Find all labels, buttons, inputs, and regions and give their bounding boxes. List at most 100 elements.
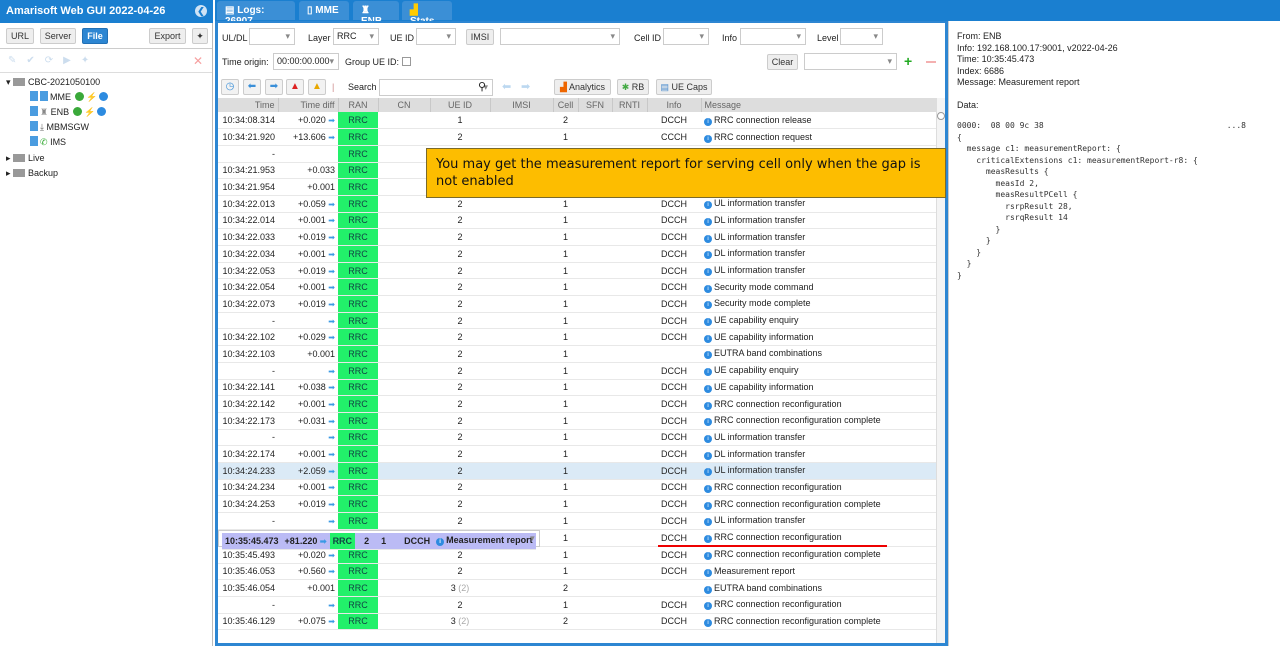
file-button[interactable]: File	[82, 28, 108, 44]
analytics-button[interactable]: ▟ Analytics	[554, 79, 611, 95]
tree-backup[interactable]: ▸ Backup	[6, 167, 58, 179]
check-icon[interactable]	[73, 107, 83, 116]
collapse-icon[interactable]: ❮	[195, 5, 207, 17]
info-icon[interactable]: i	[704, 351, 712, 360]
column-header-sfn[interactable]: SFN	[578, 98, 613, 112]
info-icon[interactable]: i	[704, 585, 712, 594]
column-header-rnti[interactable]: RNTI	[612, 98, 648, 112]
column-header-time-diff[interactable]: Time diff	[278, 98, 339, 112]
column-header-ran[interactable]: RAN	[338, 98, 379, 112]
table-row[interactable]: 10:34:22.102 +0.029 ➡ RRC 2 1 DCCH i UE capabil…	[218, 328, 936, 347]
tab-enb[interactable]: ♜ ENB	[353, 1, 399, 27]
url-button[interactable]: URL	[6, 28, 34, 44]
table-row[interactable]: 10:34:24.234 +0.001 ➡ RRC 2 1 DCCH i RRC connec…	[218, 479, 936, 497]
info-select[interactable]	[740, 28, 806, 45]
server-button[interactable]: Server	[40, 28, 76, 44]
info-icon[interactable]: i	[704, 518, 712, 527]
group-ue-checkbox[interactable]	[402, 57, 411, 66]
info-icon[interactable]: i	[704, 268, 712, 277]
table-row[interactable]: 10:34:22.033 +0.019 ➡ RRC 2 1 DCCH i UL informa…	[218, 228, 936, 246]
table-row[interactable]: - ➡ RRC 2 1 DCCH i UE capability enquiry	[218, 312, 936, 330]
table-row[interactable]: - ➡ RRC 2 1 DCCH iRRC connection reconfigurat…	[218, 596, 936, 614]
column-header-ue-id[interactable]: UE ID	[430, 98, 491, 112]
tree-live[interactable]: ▸ Live	[6, 152, 45, 164]
info-icon[interactable]: i	[704, 117, 712, 126]
info-icon[interactable]: i	[704, 251, 712, 260]
tree-root[interactable]: ▾ CBC-2021050100	[6, 76, 100, 88]
table-row[interactable]: 10:35:45.473 +81.220 ➡ RRC 2 1 DCCH i Measureme…	[218, 529, 540, 550]
info-icon[interactable]: i	[704, 418, 712, 427]
clear-button[interactable]: Clear	[767, 54, 798, 70]
table-row[interactable]: 10:34:22.054 +0.001 ➡ RRC 2 1 DCCH i Security m…	[218, 278, 936, 297]
info-icon[interactable]: i	[704, 501, 712, 510]
ueid-select[interactable]	[416, 28, 456, 45]
delete-icon[interactable]: ✕	[193, 54, 203, 68]
check-icon[interactable]	[75, 92, 84, 101]
info-icon[interactable]: i	[704, 401, 712, 410]
bolt-icon[interactable]: ⚡	[84, 107, 95, 117]
info-icon[interactable]: i	[704, 568, 712, 577]
imsi-select[interactable]	[500, 28, 620, 45]
info-icon[interactable]: i	[704, 451, 712, 460]
info-icon[interactable]: i	[704, 318, 712, 327]
table-row[interactable]: 10:34:22.034 +0.001 ➡ RRC 2 1 DCCH i DL informa…	[218, 245, 936, 263]
table-row[interactable]: 10:34:24.233 +2.059 ➡ RRC 2 1 DCCH i UL informa…	[218, 462, 936, 480]
table-row[interactable]: - ➡ RRC 2 1 DCCH i UL information transfer	[218, 512, 936, 530]
tree-item-mbmsgw[interactable]: ⤓ MBMSGW	[30, 121, 89, 133]
column-header-time[interactable]: Time	[218, 98, 279, 112]
info-icon[interactable]: i	[704, 368, 712, 377]
column-header-message[interactable]: Message	[701, 98, 937, 112]
binoculars-icon[interactable]: ⚲	[478, 80, 486, 93]
table-row[interactable]: 10:34:08.314 +0.020 ➡ RRC 1 2 DCCH i RRC connec…	[218, 112, 936, 130]
bolt-icon[interactable]: ⚡	[86, 92, 97, 102]
play-icon[interactable]	[97, 107, 107, 116]
table-row[interactable]: - ➡ RRC 2 1 DCCH i UE capability enquiry	[218, 362, 936, 380]
info-icon[interactable]: i	[704, 602, 712, 611]
error-icon[interactable]: ▲	[286, 79, 304, 95]
filter-preset-select[interactable]	[804, 53, 897, 70]
uldl-select[interactable]	[249, 28, 295, 45]
table-row[interactable]: 10:34:22.053 +0.019 ➡ RRC 2 1 DCCH i UL informa…	[218, 262, 936, 280]
play-icon[interactable]	[99, 92, 109, 101]
table-row[interactable]: 10:34:21.920 +13.606 ➡ RRC 2 1 CCCH i RRC conne…	[218, 128, 936, 146]
info-icon[interactable]: i	[704, 234, 712, 243]
uecaps-button[interactable]: ▤ UE Caps	[656, 79, 712, 95]
column-header-imsi[interactable]: IMSI	[490, 98, 554, 112]
info-icon[interactable]: i	[436, 538, 445, 547]
export-button[interactable]: Export	[149, 28, 186, 44]
tab-stats[interactable]: ▟ Stats	[402, 1, 452, 27]
info-icon[interactable]: i	[704, 384, 712, 393]
table-row[interactable]: 10:34:22.073 +0.019 ➡ RRC 2 1 DCCH i Security m…	[218, 295, 936, 313]
rb-button[interactable]: ✱ RB	[617, 79, 649, 95]
table-row[interactable]: 10:34:22.141 +0.038 ➡ RRC 2 1 DCCH i UE capabil…	[218, 379, 936, 397]
info-icon[interactable]: i	[704, 434, 712, 443]
info-icon[interactable]: i	[704, 301, 712, 310]
table-row[interactable]: 10:34:22.103 +0.001 RRC 2 1 i EUTRA band combi…	[218, 345, 936, 363]
info-icon[interactable]: i	[704, 134, 712, 143]
table-row[interactable]: 10:35:46.054 +0.001 RRC 3 (2) 2 i EUTRA band c…	[218, 579, 936, 597]
tab-logs[interactable]: ▤ Logs: 26907	[217, 1, 295, 27]
tree-item-enb[interactable]: ♜ ENB ⚡	[30, 106, 107, 118]
level-select[interactable]	[840, 28, 883, 45]
tree-item-ims[interactable]: ✆ IMS	[30, 136, 66, 148]
arrow-left-icon[interactable]: ⬅	[243, 79, 261, 95]
time-origin-input[interactable]: 00:00:00.000	[273, 53, 339, 70]
tab-mme[interactable]: ▯ MME	[299, 1, 349, 20]
layer-select[interactable]: RRC	[333, 28, 379, 45]
table-row[interactable]: 10:34:22.142 +0.001 ➡ RRC 2 1 DCCH i RRC connec…	[218, 395, 936, 413]
info-icon[interactable]: i	[704, 552, 712, 561]
table-row[interactable]: 10:34:22.173 +0.031 ➡ RRC 2 1 DCCH i RRC connec…	[218, 412, 936, 430]
table-row[interactable]: - ➡ RRC 2 1 DCCH i UL information transfer	[218, 429, 936, 447]
info-icon[interactable]: i	[704, 468, 712, 477]
prev-result-icon[interactable]: ⬅	[502, 80, 511, 93]
info-icon[interactable]: i	[704, 535, 712, 544]
warning-icon[interactable]: ▲	[308, 79, 326, 95]
search-input[interactable]	[379, 79, 493, 96]
arrow-right-icon[interactable]: ➡	[265, 79, 283, 95]
info-icon[interactable]: i	[704, 217, 712, 226]
cellid-select[interactable]	[663, 28, 709, 45]
info-icon[interactable]: i	[704, 484, 712, 493]
info-icon[interactable]: i	[704, 284, 712, 293]
next-result-icon[interactable]: ➡	[521, 80, 530, 93]
add-icon[interactable]: +	[904, 54, 918, 69]
